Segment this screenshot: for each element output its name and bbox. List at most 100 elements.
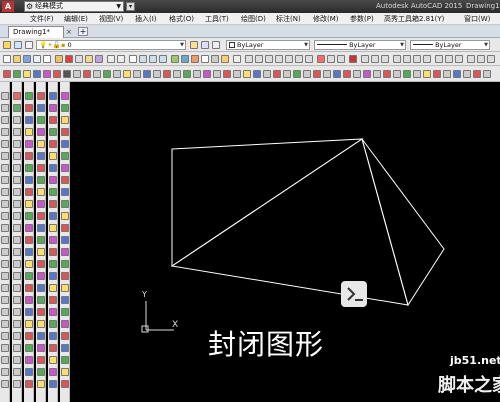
save-icon[interactable]	[23, 55, 31, 63]
pline-tool-icon[interactable]	[1, 116, 9, 124]
toolbox-col1-icon-11[interactable]	[25, 212, 33, 220]
toolbox-icon-21[interactable]	[203, 70, 211, 78]
toolbox-col2-icon-14[interactable]	[37, 248, 45, 256]
toolbox-col4-icon-17[interactable]	[61, 284, 69, 292]
toolbox-icon-12[interactable]	[113, 70, 121, 78]
toolbox-col2-icon-21[interactable]	[37, 332, 45, 340]
toolbox-col4-icon-24[interactable]	[61, 368, 69, 376]
toolbox-col2-icon-5[interactable]	[37, 140, 45, 148]
move-tool-icon[interactable]	[13, 152, 21, 160]
toolbox-col1-icon-10[interactable]	[25, 200, 33, 208]
rect-tool-icon[interactable]	[1, 140, 9, 148]
tolerance-icon[interactable]	[349, 55, 357, 63]
copy-tool-icon[interactable]	[13, 104, 21, 112]
toolbox-icon-5[interactable]	[43, 70, 51, 78]
menu-insert[interactable]: 插入(I)	[135, 14, 157, 24]
toolbox-col4-icon-10[interactable]	[61, 200, 69, 208]
toolbox-col2-icon-18[interactable]	[37, 296, 45, 304]
toolbox-col3-icon-25[interactable]	[49, 380, 57, 388]
modify-tool-icon-18[interactable]	[13, 296, 21, 304]
workspace-dropdown-button[interactable]: ▾	[126, 2, 135, 11]
toolbox-icon-4[interactable]	[33, 70, 41, 78]
toolbox-icon-47[interactable]	[463, 70, 471, 78]
toolbox-col3-icon-16[interactable]	[49, 272, 57, 280]
toolbox-col4-icon-11[interactable]	[61, 212, 69, 220]
pan-icon[interactable]	[129, 55, 137, 63]
menu-view[interactable]: 视图(V)	[99, 14, 123, 24]
layer-properties-icon[interactable]	[3, 41, 11, 49]
trim-tool-icon[interactable]	[13, 200, 21, 208]
design-center-icon[interactable]	[181, 55, 189, 63]
modify-tool-icon-23[interactable]	[13, 356, 21, 364]
help-icon[interactable]	[233, 55, 241, 63]
toolbox-col4-icon-6[interactable]	[61, 152, 69, 160]
new-tab-button[interactable]: +	[78, 27, 88, 36]
paste-icon[interactable]	[85, 55, 93, 63]
toolbox-col3-icon-1[interactable]	[49, 92, 57, 100]
toolbox-col1-icon-25[interactable]	[25, 380, 33, 388]
closed-triangle-right[interactable]	[361, 138, 445, 307]
toolbox-col1-icon-4[interactable]	[25, 128, 33, 136]
toolbox-icon-32[interactable]	[313, 70, 321, 78]
toolbox-col3-icon-9[interactable]	[49, 188, 57, 196]
dim-radius-icon[interactable]	[285, 55, 293, 63]
modify-tool-icon-24[interactable]	[13, 368, 21, 376]
rotate-tool-icon[interactable]	[13, 164, 21, 172]
toolbox-icon-31[interactable]	[303, 70, 311, 78]
polyline-icon[interactable]	[381, 55, 389, 63]
toolbox-col4-icon-4[interactable]	[61, 128, 69, 136]
toolbox-col4-icon-15[interactable]	[61, 260, 69, 268]
toolbox-icon-33[interactable]	[323, 70, 331, 78]
toolbox-col1-icon-8[interactable]	[25, 176, 33, 184]
menu-format[interactable]: 格式(O)	[169, 14, 194, 24]
toolbox-col3-icon-15[interactable]	[49, 260, 57, 268]
draw-tool-icon-24[interactable]	[1, 368, 9, 376]
toolbox-col1-icon-17[interactable]	[25, 284, 33, 292]
region-tool-icon[interactable]	[1, 272, 9, 280]
ellipse-tool-icon[interactable]	[1, 200, 9, 208]
polygon-tool-icon[interactable]	[1, 128, 9, 136]
layer-previous-icon[interactable]	[25, 41, 33, 49]
toolbox-col3-icon-24[interactable]	[49, 368, 57, 376]
zoom-previous-icon[interactable]	[159, 55, 167, 63]
linetype-combo[interactable]: ByLayer ▼	[314, 40, 406, 50]
toolbox-col2-icon-7[interactable]	[37, 164, 45, 172]
toolbox-icon-20[interactable]	[193, 70, 201, 78]
toolbox-icon-16[interactable]	[153, 70, 161, 78]
toolbox-icon-14[interactable]	[133, 70, 141, 78]
spline-icon[interactable]	[445, 55, 453, 63]
toolbox-icon-24[interactable]	[233, 70, 241, 78]
toolbox-col4-icon-8[interactable]	[61, 176, 69, 184]
toolbox-col1-icon-6[interactable]	[25, 152, 33, 160]
circle-icon[interactable]	[423, 55, 431, 63]
toolbox-col1-icon-24[interactable]	[25, 368, 33, 376]
point-icon[interactable]	[487, 55, 495, 63]
toolbox-icon-34[interactable]	[333, 70, 341, 78]
toolbox-col2-icon-24[interactable]	[37, 368, 45, 376]
toolbox-col2-icon-1[interactable]	[37, 92, 45, 100]
menu-parametric[interactable]: 参数(P)	[350, 14, 374, 24]
toolbox-col2-icon-3[interactable]	[37, 116, 45, 124]
cut-icon[interactable]	[65, 55, 73, 63]
toolbox-icon-38[interactable]	[373, 70, 381, 78]
toolbox-col2-icon-2[interactable]	[37, 104, 45, 112]
toolbox-col4-icon-5[interactable]	[61, 140, 69, 148]
calculator-icon[interactable]	[221, 55, 229, 63]
lineweight-combo[interactable]: ByLayer ▼	[410, 40, 490, 50]
scale-tool-icon[interactable]	[13, 176, 21, 184]
arc-icon[interactable]	[413, 55, 421, 63]
close-icon[interactable]: ×	[66, 28, 72, 36]
toolbox-col4-icon-12[interactable]	[61, 224, 69, 232]
toolbox-col4-icon-18[interactable]	[61, 296, 69, 304]
toolbox-icon-30[interactable]	[293, 70, 301, 78]
point-tool-icon[interactable]	[1, 236, 9, 244]
toolbox-col1-icon-12[interactable]	[25, 224, 33, 232]
toolbox-col4-icon-7[interactable]	[61, 164, 69, 172]
spline-tool-icon[interactable]	[1, 188, 9, 196]
toolbox-icon-40[interactable]	[393, 70, 401, 78]
toolbox-col1-icon-3[interactable]	[25, 116, 33, 124]
toolbox-icon-27[interactable]	[263, 70, 271, 78]
toolbox-col1-icon-5[interactable]	[25, 140, 33, 148]
toolbox-col2-icon-20[interactable]	[37, 320, 45, 328]
toolbox-col4-icon-20[interactable]	[61, 320, 69, 328]
